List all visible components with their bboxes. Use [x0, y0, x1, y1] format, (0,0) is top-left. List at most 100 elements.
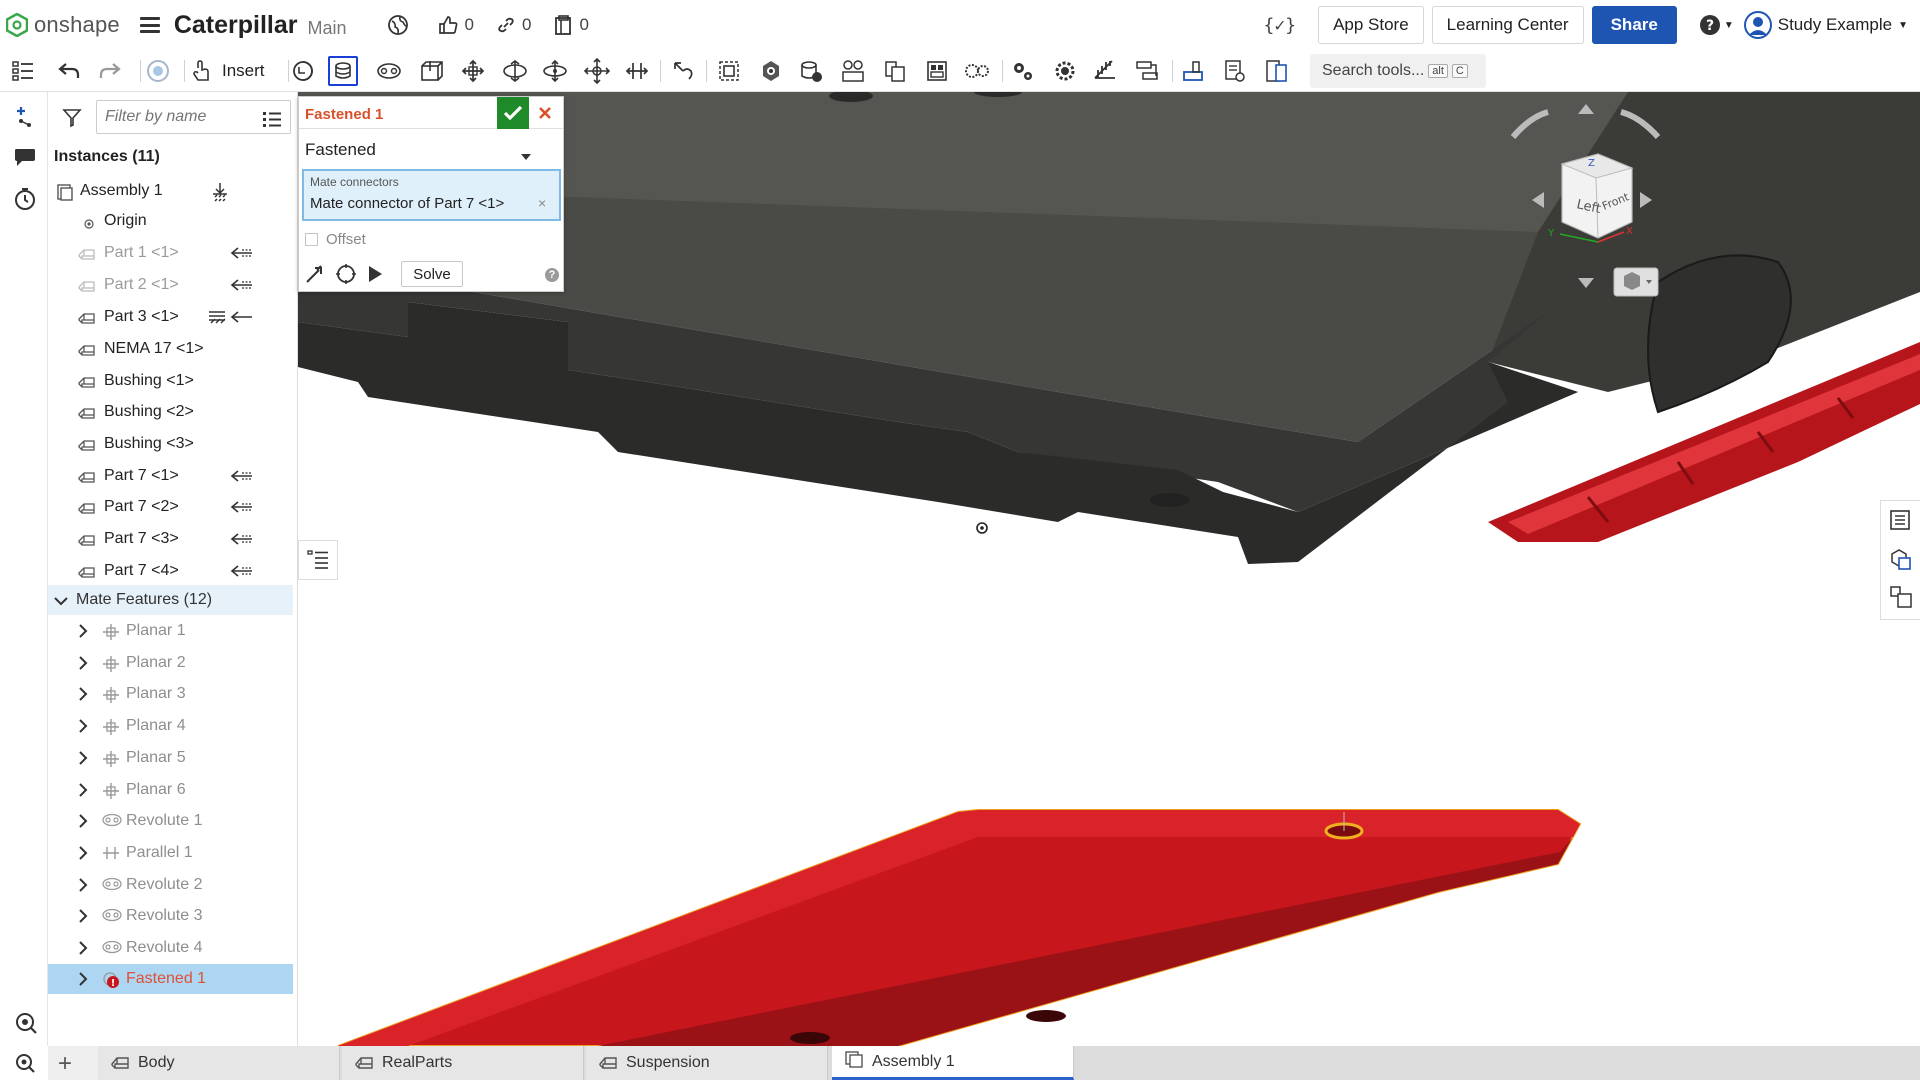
- list-item[interactable]: Assembly 1: [48, 176, 297, 207]
- planar-mate-icon[interactable]: [458, 56, 488, 86]
- mate-type-select[interactable]: Fastened: [305, 137, 555, 163]
- list-item[interactable]: Parallel 1: [48, 838, 297, 868]
- list-item[interactable]: Part 7 <4>: [48, 556, 297, 586]
- comments-icon[interactable]: [12, 144, 38, 170]
- branch-name[interactable]: Main: [307, 18, 346, 39]
- undo-icon[interactable]: [54, 56, 84, 86]
- feature-list-icon[interactable]: [8, 56, 38, 86]
- list-item[interactable]: Planar 3: [48, 679, 297, 709]
- list-item[interactable]: Part 3 <1>: [48, 302, 297, 332]
- measure-icon[interactable]: [1090, 56, 1120, 86]
- learning-center-button[interactable]: Learning Center: [1431, 6, 1584, 44]
- reorient-icon[interactable]: [335, 263, 357, 290]
- copy-stat[interactable]: 0: [553, 14, 589, 36]
- user-menu[interactable]: Study Example ▼: [1743, 11, 1908, 39]
- list-item[interactable]: Planar 1: [48, 616, 297, 646]
- properties-panel-icon[interactable]: [1889, 509, 1913, 533]
- onshape-logo[interactable]: onshape: [6, 12, 120, 38]
- feature-list-toggle-icon[interactable]: [298, 540, 338, 580]
- instances-panel-icon[interactable]: [1889, 585, 1913, 609]
- variables-icon[interactable]: {✓}: [1264, 15, 1297, 36]
- snap-mode-icon[interactable]: [143, 56, 173, 86]
- insert-button[interactable]: Insert: [192, 56, 265, 86]
- document-title[interactable]: Caterpillar: [174, 11, 298, 40]
- pin-slot-mate-icon[interactable]: [540, 56, 570, 86]
- list-item[interactable]: Part 7 <3>: [48, 524, 297, 554]
- list-item[interactable]: Bushing <1>: [48, 366, 297, 396]
- help-icon[interactable]: ?: [545, 268, 559, 282]
- tab-suspension[interactable]: Suspension: [586, 1046, 828, 1080]
- list-item-selected[interactable]: ! Fastened 1: [48, 964, 293, 994]
- list-item[interactable]: Revolute 1: [48, 806, 297, 836]
- tab-body[interactable]: Body: [98, 1046, 340, 1080]
- offset-checkbox[interactable]: [305, 233, 318, 246]
- gear-relation-icon[interactable]: [962, 56, 992, 86]
- gears-icon[interactable]: [1008, 56, 1038, 86]
- list-item[interactable]: Part 7 <1>: [48, 461, 297, 491]
- cylindrical-mate-icon[interactable]: [500, 56, 530, 86]
- revolute-mate-icon[interactable]: [374, 56, 404, 86]
- fastened-mate-tool[interactable]: [328, 56, 358, 86]
- list-item[interactable]: Part 7 <2>: [48, 492, 297, 522]
- bill-of-materials-icon[interactable]: [1262, 56, 1292, 86]
- mate-features-header[interactable]: Mate Features (12): [48, 585, 293, 615]
- offset-option[interactable]: Offset: [305, 231, 366, 248]
- cancel-button[interactable]: [533, 101, 557, 125]
- clear-selection-icon[interactable]: ×: [538, 195, 546, 211]
- link-stat[interactable]: 0: [496, 15, 531, 35]
- tab-assembly-1[interactable]: Assembly 1: [832, 1046, 1074, 1080]
- mate-connectors-field[interactable]: Mate connectors Mate connector of Part 7…: [302, 169, 561, 221]
- insert-tab-button[interactable]: [0, 1046, 48, 1080]
- list-item[interactable]: Planar 5: [48, 743, 297, 773]
- like-stat[interactable]: 0: [437, 14, 474, 36]
- appearance-panel-icon[interactable]: [1889, 547, 1913, 571]
- history-icon[interactable]: [12, 186, 38, 212]
- list-item[interactable]: Bushing <3>: [48, 429, 297, 459]
- ball-mate-icon[interactable]: [582, 56, 612, 86]
- mate-connector-icon[interactable]: [756, 56, 786, 86]
- named-position-icon[interactable]: [1178, 56, 1208, 86]
- app-store-button[interactable]: App Store: [1318, 6, 1424, 44]
- parallel-mate-icon[interactable]: [622, 56, 652, 86]
- tab-realparts[interactable]: RealParts: [342, 1046, 584, 1080]
- settings-gear-icon[interactable]: [1050, 56, 1080, 86]
- list-item[interactable]: Origin: [48, 206, 297, 236]
- app-search-icon[interactable]: [12, 1010, 38, 1036]
- flip-direction-icon[interactable]: [305, 264, 325, 289]
- list-item[interactable]: Revolute 3: [48, 901, 297, 931]
- share-button[interactable]: Share: [1591, 6, 1677, 44]
- public-globe-icon[interactable]: [387, 14, 415, 36]
- assembly-pattern-icon[interactable]: [838, 56, 868, 86]
- add-tab-icon[interactable]: +: [58, 1050, 72, 1078]
- list-item[interactable]: Planar 4: [48, 711, 297, 741]
- animate-play-icon[interactable]: [367, 265, 383, 288]
- list-item[interactable]: Bushing <2>: [48, 397, 297, 427]
- list-item[interactable]: NEMA 17 <1>: [48, 334, 297, 364]
- explode-view-icon[interactable]: [922, 56, 952, 86]
- replicate-icon[interactable]: [288, 56, 318, 86]
- list-item[interactable]: Part 2 <1>: [48, 270, 297, 300]
- accept-button[interactable]: [497, 97, 529, 129]
- redo-icon[interactable]: [95, 56, 125, 86]
- linear-pattern-icon[interactable]: [880, 56, 910, 86]
- slider-mate-icon[interactable]: [416, 56, 446, 86]
- list-item[interactable]: Revolute 2: [48, 870, 297, 900]
- display-states-icon[interactable]: [1220, 56, 1250, 86]
- group-icon[interactable]: [714, 56, 744, 86]
- filter-icon[interactable]: [62, 108, 82, 133]
- list-item[interactable]: Planar 2: [48, 648, 297, 678]
- solve-button[interactable]: Solve: [401, 261, 463, 287]
- tangent-mate-icon[interactable]: [668, 56, 698, 86]
- menu-icon[interactable]: [139, 17, 160, 33]
- add-insert-icon[interactable]: [12, 104, 38, 130]
- list-item[interactable]: Planar 6: [48, 775, 297, 805]
- mate-label: Revolute 3: [126, 907, 203, 924]
- fix-icon[interactable]: [210, 182, 230, 207]
- list-item[interactable]: Part 1 <1>: [48, 238, 297, 268]
- align-icon[interactable]: [1132, 56, 1162, 86]
- list-item[interactable]: Revolute 4: [48, 933, 297, 963]
- help-menu[interactable]: ? ▼: [1699, 14, 1734, 36]
- search-tools-input[interactable]: Search tools... alt C: [1310, 54, 1486, 88]
- rack-pinion-icon[interactable]: [796, 56, 826, 86]
- list-view-icon[interactable]: [262, 110, 282, 133]
